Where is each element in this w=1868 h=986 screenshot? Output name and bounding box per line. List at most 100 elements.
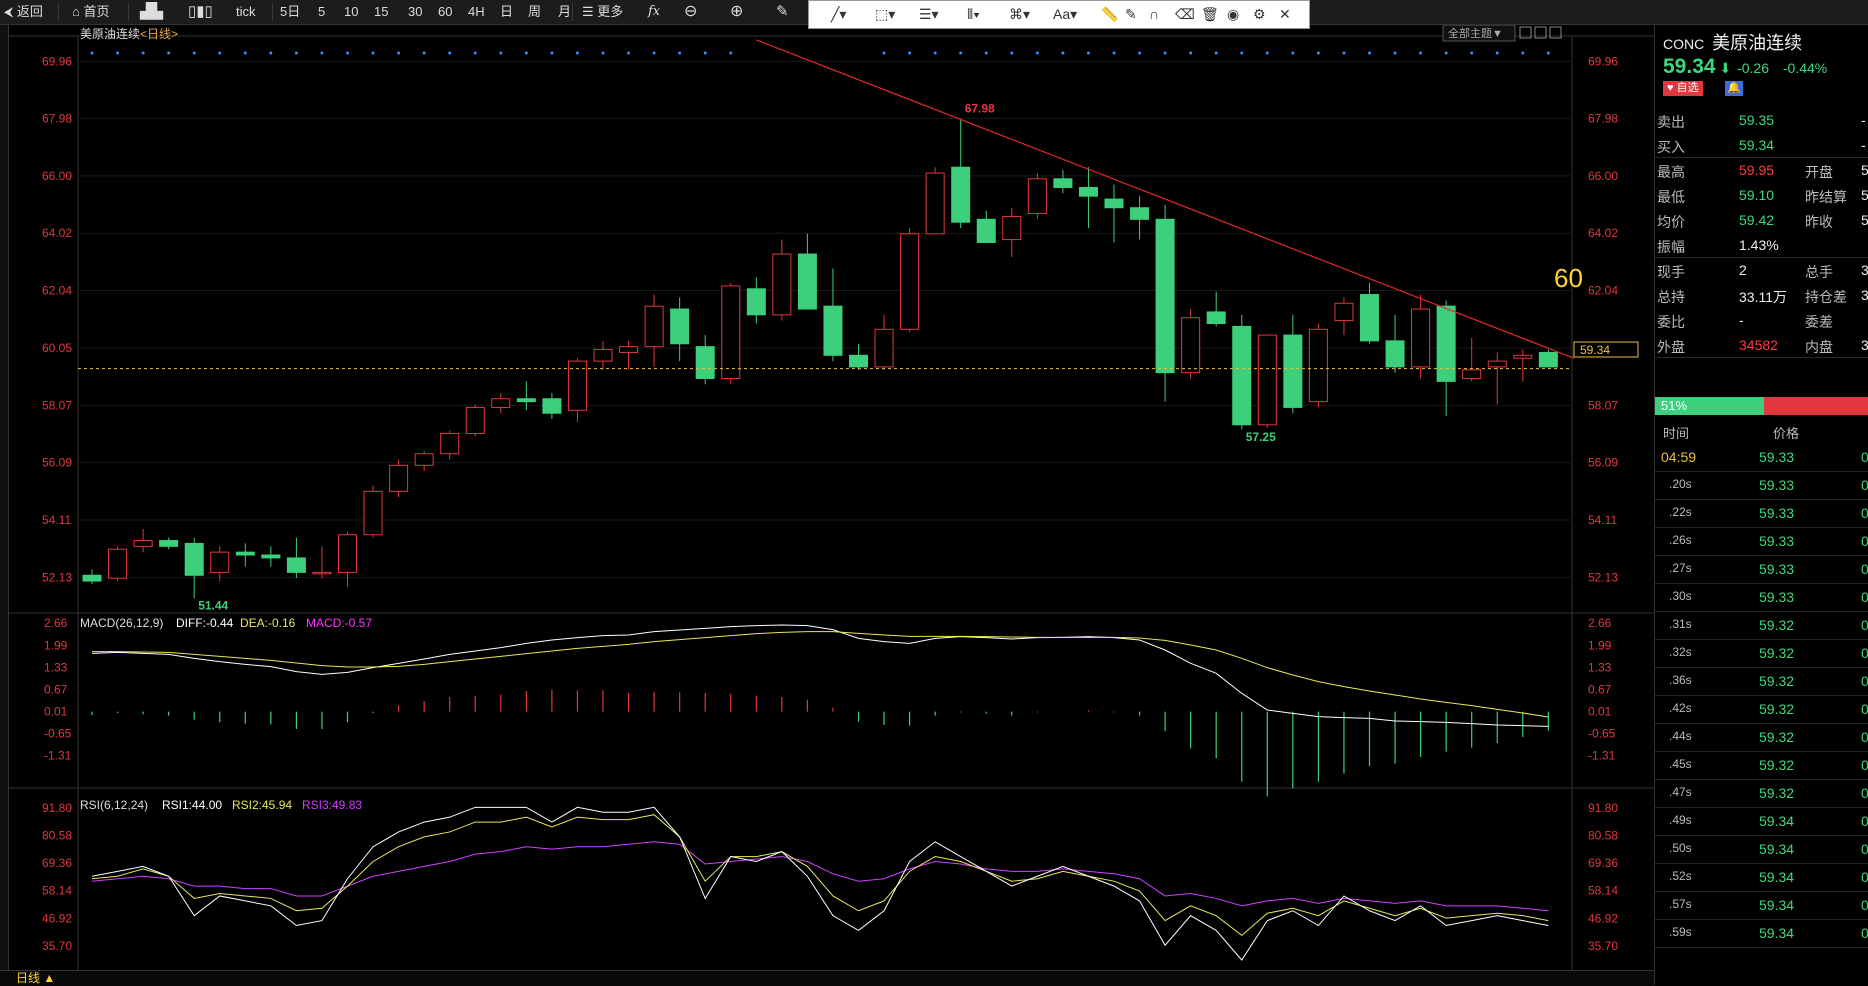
shape-tool-icon[interactable]: ⬚▾ (875, 4, 895, 24)
quote-label: 均价 (1657, 214, 1685, 230)
tick-row[interactable]: .32s 59.32 0 (1655, 643, 1868, 668)
tick-row[interactable]: .31s 59.32 0 (1655, 615, 1868, 640)
period-button[interactable]: 4H (468, 2, 485, 22)
tick-row[interactable]: .57s 59.34 0 (1655, 895, 1868, 920)
formula-button[interactable]: fx (648, 2, 660, 22)
brush-icon[interactable]: ✎ (1125, 4, 1137, 24)
tick-row[interactable]: .47s 59.32 0 (1655, 783, 1868, 808)
more-button[interactable]: ☰ 更多 (582, 2, 623, 22)
ruler-icon[interactable]: 📏 (1101, 4, 1118, 24)
tick-row[interactable]: .20s 59.33 0 (1655, 475, 1868, 500)
tick-price: 59.32 (1759, 645, 1795, 661)
period-button[interactable]: 5日 (280, 2, 300, 22)
period-button[interactable]: 15 (374, 2, 388, 22)
theme-button[interactable]: 全部主题▼ (1442, 25, 1516, 42)
instrument-name: 美原油连续 (1712, 33, 1803, 53)
tick-price: 59.32 (1759, 757, 1795, 773)
tick-row[interactable]: .36s 59.32 0 (1655, 671, 1868, 696)
chart-period: <日线> (140, 27, 178, 41)
tick-row[interactable]: .30s 59.33 0 (1655, 587, 1868, 612)
candle-body (1053, 178, 1073, 188)
zoom-in-icon[interactable]: ⊕ (730, 2, 743, 22)
candle-body (516, 398, 536, 403)
tick-row[interactable]: 04:59 59.33 0 (1655, 447, 1868, 472)
tick-button[interactable]: tick (236, 2, 256, 22)
tick-row[interactable]: .42s 59.32 0 (1655, 699, 1868, 724)
tick-row[interactable]: .59s 59.34 0 (1655, 923, 1868, 948)
period-button[interactable]: 30 (408, 2, 422, 22)
period-button[interactable]: 月 (558, 2, 571, 22)
event-dot (1470, 51, 1474, 55)
tick-row[interactable]: .44s 59.32 0 (1655, 727, 1868, 752)
settings-icon[interactable]: ⚙ (1253, 4, 1266, 24)
quote-value: 59.35 (1739, 112, 1775, 128)
timeshare-icon[interactable]: ▟▙ (140, 2, 163, 22)
tick-row[interactable]: .50s 59.34 0 (1655, 839, 1868, 864)
macd-lines (91, 624, 1549, 727)
zoom-out-icon[interactable]: ⊖ (684, 2, 697, 22)
magnet-icon[interactable]: ∩ (1149, 4, 1159, 24)
event-dot (1138, 51, 1142, 55)
home-label: 首页 (83, 4, 110, 19)
quote-panel: CONC 美原油连续 59.34 ⬇ -0.26 -0.44% ♥ 自选 🔔 卖… (1654, 25, 1868, 985)
back-button[interactable]: ⮜ 返回 (4, 2, 43, 22)
rsi-axis: 91.80 91.80 80.58 80.58 69.36 69.36 58.14 58.14… (42, 801, 1618, 953)
home-button[interactable]: ⌂ 首页 (72, 2, 109, 22)
tick-row[interactable]: .52s 59.34 0 (1655, 867, 1868, 892)
tick-row[interactable]: .26s 59.33 0 (1655, 531, 1868, 556)
price-tick-left: 67.98 (42, 112, 72, 126)
price-tick-left: 69.96 (42, 54, 72, 68)
text-tool-icon[interactable]: Aa▾ (1053, 4, 1077, 24)
period-tab[interactable]: 日线 ▲ (16, 971, 55, 986)
tick-row[interactable]: .45s 59.32 0 (1655, 755, 1868, 780)
period-button[interactable]: 周 (528, 2, 541, 22)
rsi-legend-item: RSI3:49.83 (302, 798, 362, 812)
kline-icon[interactable]: ▯▮▯ (188, 2, 213, 22)
trash-icon[interactable]: 🗑 (1201, 4, 1219, 24)
channel-tool-icon[interactable]: ⦀▾ (967, 4, 980, 24)
rsi-tick-left: 58.14 (42, 884, 72, 898)
tick-volume: 0 (1861, 505, 1868, 521)
tick-row[interactable]: .22s 59.33 0 (1655, 503, 1868, 528)
price-tick-left: 58.07 (42, 398, 72, 412)
tick-volume: 0 (1861, 533, 1868, 549)
period-button[interactable]: 10 (344, 2, 358, 22)
event-dot (448, 51, 452, 55)
watchlist-button[interactable]: ♥ 自选 (1663, 81, 1703, 96)
pattern-tool-icon[interactable]: ⌘▾ (1009, 4, 1030, 24)
tick-price: 59.33 (1759, 561, 1795, 577)
eraser-icon[interactable]: ⌫ (1175, 4, 1195, 24)
eye-icon[interactable]: ◉ (1227, 4, 1239, 24)
tick-volume: 0 (1861, 729, 1868, 745)
line-tool-icon[interactable]: ╱▾ (831, 4, 846, 24)
period-button[interactable]: 日 (500, 2, 513, 22)
candle-body (82, 574, 102, 582)
event-dot (90, 51, 94, 55)
quote-label: 现手 (1657, 264, 1685, 280)
tick-volume: 0 (1861, 813, 1868, 829)
quote-row: 外盘 34582 内盘 3 (1655, 334, 1868, 358)
event-dot (1444, 51, 1448, 55)
period-button[interactable]: 60 (438, 2, 452, 22)
price-tick-left: 54.11 (42, 513, 71, 527)
quote-divider (1655, 357, 1868, 358)
tick-price: 59.33 (1759, 449, 1795, 465)
event-dot (575, 51, 579, 55)
chart-area[interactable]: 美原油连续 <日线> 60 全部主题▼ 69.96 69.96 67.98 67.98… (0, 25, 1654, 970)
candle-body (1104, 198, 1124, 209)
period-button[interactable]: 5 (318, 2, 325, 22)
event-dot (141, 51, 145, 55)
tick-price: 59.34 (1759, 869, 1795, 885)
tick-row[interactable]: .49s 59.34 0 (1655, 811, 1868, 836)
fib-tool-icon[interactable]: ☰▾ (919, 4, 939, 24)
tick-volume: 0 (1861, 925, 1868, 941)
price-tick-left: 52.13 (42, 570, 72, 584)
tick-row[interactable]: .27s 59.33 0 (1655, 559, 1868, 584)
toolbar-divider (572, 3, 573, 21)
close-icon[interactable]: ✕ (1279, 4, 1291, 24)
candle-body (1385, 340, 1405, 368)
pen-icon[interactable]: ✎ (776, 2, 789, 22)
price-tick-left: 64.02 (42, 226, 72, 240)
candle-body (465, 406, 485, 434)
alert-bell-icon[interactable]: 🔔 (1725, 81, 1743, 96)
